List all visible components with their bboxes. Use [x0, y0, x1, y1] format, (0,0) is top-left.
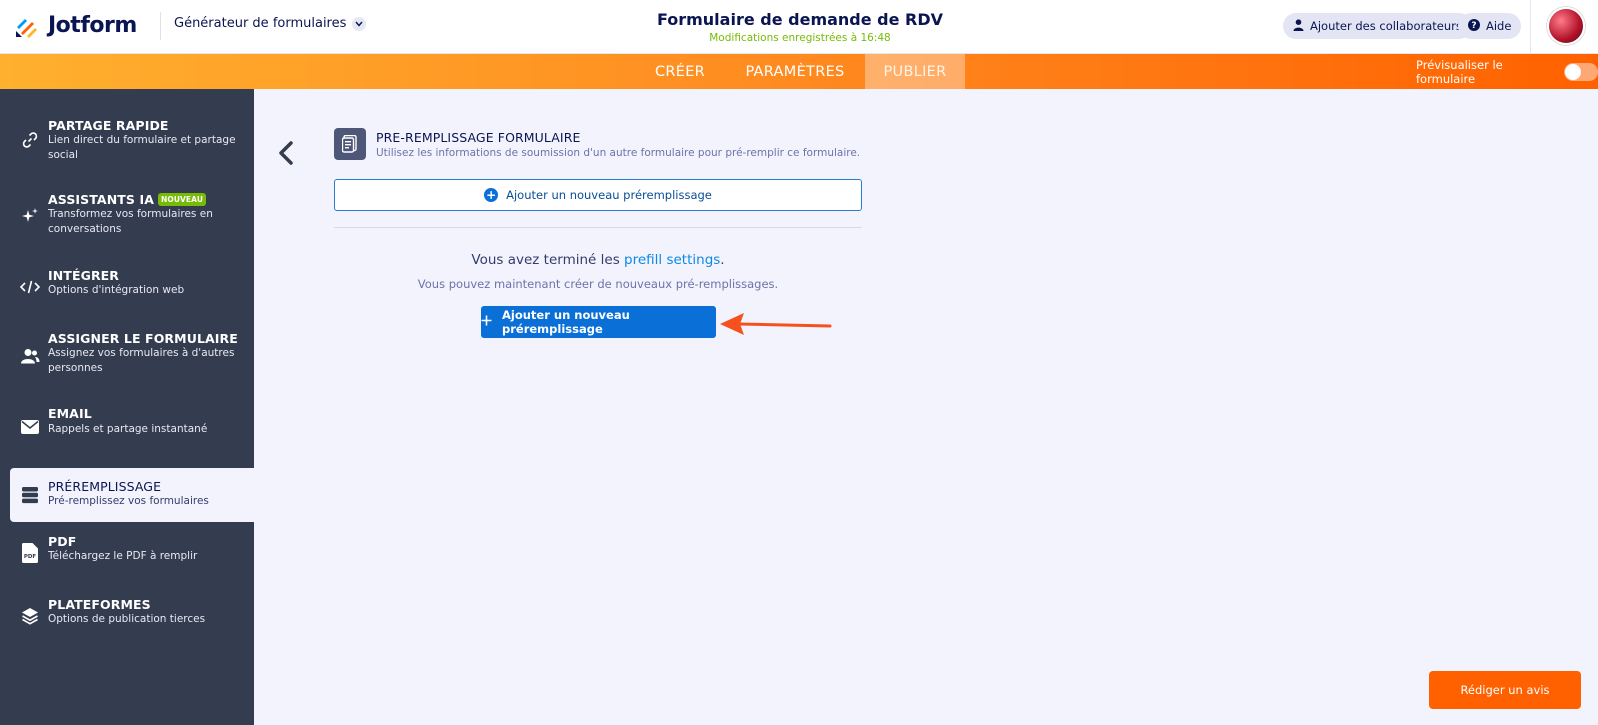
sidebar-item-desc: Lien direct du formulaire et partage soc… [48, 134, 236, 161]
write-review-button[interactable]: Rédiger un avis [1429, 671, 1581, 709]
sidebar-item-desc: Options d'intégration web [48, 284, 185, 296]
form-builder-menu[interactable]: Générateur de formulaires [174, 16, 367, 31]
prefill-settings-link[interactable]: prefill settings [624, 252, 720, 268]
logo-text: Jotform [48, 12, 137, 38]
builder-menu-label: Générateur de formulaires [174, 16, 347, 31]
sidebar-item-title: ASSISTANTS IA NOUVEAU [48, 192, 207, 207]
header-divider-right [1530, 0, 1531, 54]
add-collaborators-button[interactable]: Ajouter des collaborateurs [1283, 13, 1472, 39]
users-icon [19, 345, 41, 367]
jotform-logo[interactable]: Jotform [14, 12, 137, 38]
sparkle-icon [19, 205, 41, 227]
completion-suffix: . [720, 252, 725, 268]
sidebar-item-pdf[interactable]: PDF PDF Téléchargez le PDF à remplir [0, 531, 254, 575]
pdf-icon: PDF [19, 542, 41, 564]
sidebar-item-desc: Pré-remplissez vos formulaires [48, 495, 209, 507]
section-divider [334, 227, 862, 228]
info-text: Vous pouvez maintenant créer de nouveaux… [417, 277, 779, 291]
jotform-logo-icon [14, 12, 40, 38]
sidebar-item-desc: Rappels et partage instantané [48, 423, 208, 435]
saved-status: Modifications enregistrées à 16:48 [709, 32, 891, 44]
chevron-left-icon [279, 141, 293, 165]
add-collaborators-label: Ajouter des collaborateurs [1310, 19, 1462, 33]
top-header: Jotform Générateur de formulaires Formul… [0, 0, 1598, 54]
sidebar-item-desc: Options de publication tierces [48, 613, 206, 625]
add-prefill-primary-button[interactable]: Ajouter un nouveau préremplissage [481, 306, 716, 338]
svg-text:PDF: PDF [24, 554, 37, 560]
sidebar-item-assign-form[interactable]: ASSIGNER LE FORMULAIRE Assignez vos form… [0, 327, 254, 385]
sidebar-item-title: PRÉREMPLISSAGE [48, 479, 162, 494]
sidebar-item-email[interactable]: EMAIL Rappels et partage instantané [0, 405, 254, 449]
builder-nav: CRÉER PARAMÈTRES PUBLIER Prévisualiser l… [0, 54, 1598, 89]
completion-message: Vous avez terminé les prefill settings. [334, 252, 862, 268]
sidebar-item-title: PARTAGE RAPIDE [48, 118, 169, 133]
new-badge: NOUVEAU [157, 193, 207, 206]
sidebar-item-platforms[interactable]: PLATEFORMES Options de publication tierc… [0, 594, 254, 638]
sidebar-item-title: PLATEFORMES [48, 597, 151, 612]
completion-prefix: Vous avez terminé les [471, 252, 625, 268]
help-icon: ? [1468, 18, 1480, 34]
help-label: Aide [1486, 19, 1512, 33]
form-title[interactable]: Formulaire de demande de RDV [620, 10, 980, 29]
tab-publier[interactable]: PUBLIER [865, 54, 965, 89]
prefill-form-icon [334, 128, 366, 160]
tab-label: PUBLIER [883, 63, 947, 80]
section-title: PRE-REMPLISSAGE FORMULAIRE [376, 130, 581, 145]
link-icon [19, 129, 41, 151]
add-prefill-outline-label: Ajouter un nouveau préremplissage [506, 188, 712, 202]
svg-text:?: ? [1471, 21, 1476, 31]
sidebar-item-title: ASSIGNER LE FORMULAIRE [48, 331, 238, 346]
form-title-block: Formulaire de demande de RDV Modificatio… [620, 10, 980, 44]
switch-knob [1565, 63, 1582, 80]
preview-label: Prévisualiser le formulaire [1416, 57, 1503, 86]
section-subtitle: Utilisez les informations de soumission … [376, 147, 861, 159]
help-button[interactable]: ? Aide [1458, 13, 1522, 39]
sidebar-item-title-text: ASSISTANTS IA [48, 192, 154, 207]
user-icon [1293, 18, 1304, 34]
tab-parametres[interactable]: PARAMÈTRES [736, 54, 854, 89]
header-divider [160, 12, 161, 40]
chevron-down-icon [352, 16, 367, 31]
tab-label: PARAMÈTRES [745, 63, 845, 80]
sidebar-item-title: INTÉGRER [48, 268, 120, 283]
add-prefill-outline-button[interactable]: + Ajouter un nouveau préremplissage [334, 179, 862, 211]
sidebar-item-desc: Téléchargez le PDF à remplir [48, 550, 198, 562]
plus-icon [481, 315, 492, 329]
sidebar-item-title: PDF [48, 534, 77, 549]
sidebar-item-quick-share[interactable]: PARTAGE RAPIDE Lien direct du formulaire… [0, 111, 254, 169]
sidebar-item-desc: Assignez vos formulaires à d'autres pers… [48, 347, 235, 374]
sidebar-item-embed[interactable]: INTÉGRER Options d'intégration web [0, 265, 254, 309]
publish-sidebar: PARTAGE RAPIDE Lien direct du formulaire… [0, 89, 254, 725]
preview-switch[interactable] [1564, 62, 1598, 81]
sidebar-item-prefill[interactable]: PRÉREMPLISSAGE Pré-remplissez vos formul… [10, 468, 254, 522]
sidebar-item-title: EMAIL [48, 406, 92, 421]
back-button[interactable] [276, 140, 296, 166]
mail-icon [19, 416, 41, 438]
code-icon [19, 276, 41, 298]
layers-icon [19, 605, 41, 627]
sidebar-item-ai-agents[interactable]: ASSISTANTS IA NOUVEAU Transformez vos for… [0, 187, 254, 245]
tab-creer[interactable]: CRÉER [644, 54, 716, 89]
annotation-arrow-icon [718, 310, 832, 338]
sidebar-item-desc: Transformez vos formulaires en conversat… [48, 208, 213, 235]
write-review-label: Rédiger un avis [1460, 683, 1550, 697]
add-prefill-primary-label: Ajouter un nouveau préremplissage [502, 308, 630, 336]
preview-form-toggle[interactable]: Prévisualiser le formulaire [1416, 54, 1598, 89]
prefill-icon [19, 484, 41, 506]
plus-circle-icon: + [484, 188, 499, 202]
tab-label: CRÉER [654, 63, 706, 80]
avatar[interactable] [1547, 7, 1585, 45]
